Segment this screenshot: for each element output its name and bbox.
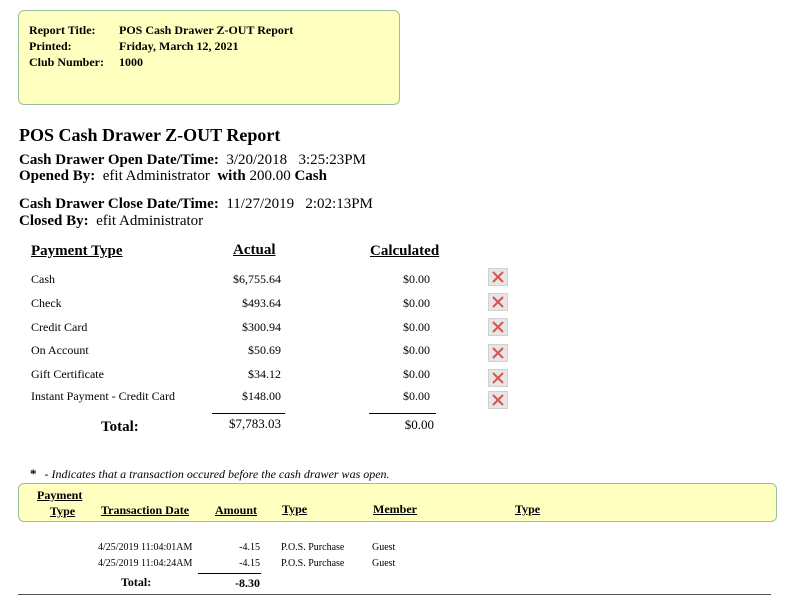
close-datetime-line: Cash Drawer Close Date/Time: 11/27/2019 … [19, 196, 373, 213]
opened-by-value: efit Administrator [102, 168, 210, 184]
payment-calculated-cell: $0.00 [403, 320, 430, 334]
txn-header-type: Type [282, 502, 308, 516]
club-label: Club Number: [29, 55, 105, 69]
payment-total-calculated: $0.00 [404, 417, 434, 432]
col-header-calculated: Calculated [370, 243, 440, 259]
transaction-header-box: Payment Type Transaction Date Amount Typ… [18, 483, 777, 522]
open-time: 3:25:23PM [298, 152, 366, 168]
payment-actual-cell: $50.69 [248, 343, 281, 357]
printed-value: Friday, March 12, 2021 [119, 39, 239, 53]
payment-type-cell: On Account [31, 343, 89, 357]
with-label: with [217, 168, 246, 184]
payment-actual-cell: $6,755.64 [233, 272, 281, 286]
txn-date-cell: 4/25/2019 11:04:24AM [98, 558, 193, 569]
close-date: 11/27/2019 [226, 196, 295, 212]
payment-type-cell: Cash [31, 272, 55, 286]
open-datetime-line: Cash Drawer Open Date/Time: 3/20/2018 3:… [19, 152, 366, 169]
report-title-row: Report Title: POS Cash Drawer Z-OUT Repor… [29, 23, 293, 38]
close-icon [492, 347, 504, 359]
txn-header-payment: Payment [37, 488, 83, 502]
payment-actual-cell: $493.64 [242, 296, 281, 310]
close-icon [492, 394, 504, 406]
close-icon [492, 321, 504, 333]
printed-label: Printed: [29, 39, 72, 53]
closed-by-label: Closed By: [19, 213, 89, 229]
report-title-label: Report Title: [29, 23, 96, 37]
opened-by-label: Opened By: [19, 168, 96, 184]
txn-member-cell: Guest [372, 542, 396, 553]
closed-by-line: Closed By: efit Administrator [19, 213, 203, 230]
opened-by-line: Opened By: efit Administrator with 200.0… [19, 168, 327, 185]
close-icon [492, 372, 504, 384]
delete-button[interactable] [488, 369, 508, 387]
txn-member-cell: Guest [372, 558, 396, 569]
payment-type-cell: Instant Payment - Credit Card [31, 389, 175, 403]
txn-header-member: Member [373, 502, 417, 516]
close-time: 2:02:13PM [305, 196, 373, 212]
payment-actual-cell: $300.94 [242, 320, 281, 334]
delete-button[interactable] [488, 318, 508, 336]
payment-calculated-cell: $0.00 [403, 389, 430, 403]
txn-header-amount: Amount [215, 503, 258, 517]
delete-button[interactable] [488, 391, 508, 409]
delete-button[interactable] [488, 293, 508, 311]
payment-actual-cell: $148.00 [242, 389, 281, 403]
txn-amount-cell: -4.15 [239, 542, 260, 553]
payment-type-cell: Check [31, 296, 62, 310]
col-header-actual: Actual [233, 242, 276, 258]
txn-header-payment-type: Type [50, 504, 76, 518]
txn-header-type-2: Type [515, 502, 541, 516]
note-text: - Indicates that a transaction occured b… [44, 467, 390, 481]
payment-type-cell: Gift Certificate [31, 367, 104, 381]
note-line: * - Indicates that a transaction occured … [30, 466, 390, 482]
delete-button[interactable] [488, 268, 508, 286]
close-icon [492, 271, 504, 283]
club-value: 1000 [119, 55, 143, 69]
col-header-payment-type: Payment Type [31, 243, 123, 259]
txn-amount-cell: -4.15 [239, 558, 260, 569]
txn-header-date: Transaction Date [101, 503, 190, 517]
txn-type-cell: P.O.S. Purchase [281, 558, 345, 569]
note-star: * [30, 466, 37, 481]
report-title-value: POS Cash Drawer Z-OUT Report [119, 23, 294, 37]
txn-total-rule [198, 573, 261, 574]
bottom-divider [18, 594, 771, 595]
payment-calculated-cell: $0.00 [403, 343, 430, 357]
payment-calculated-cell: $0.00 [403, 367, 430, 381]
open-date: 3/20/2018 [226, 152, 288, 168]
txn-date-cell: 4/25/2019 11:04:01AM [98, 542, 193, 553]
opening-amount: 200.00 [249, 168, 291, 184]
close-label: Cash Drawer Close Date/Time: [19, 196, 219, 212]
open-label: Cash Drawer Open Date/Time: [19, 152, 219, 168]
payment-calculated-cell: $0.00 [403, 272, 430, 286]
opening-amount-type: Cash [294, 168, 327, 184]
closed-by-value: efit Administrator [96, 213, 204, 229]
payment-actual-cell: $34.12 [248, 367, 281, 381]
calculated-total-rule [369, 413, 436, 414]
txn-total-label: Total: [121, 575, 152, 589]
page-title: POS Cash Drawer Z-OUT Report [19, 125, 281, 145]
txn-type-cell: P.O.S. Purchase [281, 542, 345, 553]
txn-total-amount: -8.30 [235, 576, 260, 590]
actual-total-rule [212, 413, 285, 414]
club-row: Club Number: 1000 [29, 55, 143, 70]
delete-button[interactable] [488, 344, 508, 362]
payment-total-label: Total: [101, 419, 139, 435]
payment-calculated-cell: $0.00 [403, 296, 430, 310]
close-icon [492, 296, 504, 308]
printed-row: Printed: Friday, March 12, 2021 [29, 39, 238, 54]
report-info-box: Report Title: POS Cash Drawer Z-OUT Repor… [18, 10, 400, 105]
payment-type-cell: Credit Card [31, 320, 88, 334]
payment-total-actual: $7,783.03 [229, 416, 281, 431]
